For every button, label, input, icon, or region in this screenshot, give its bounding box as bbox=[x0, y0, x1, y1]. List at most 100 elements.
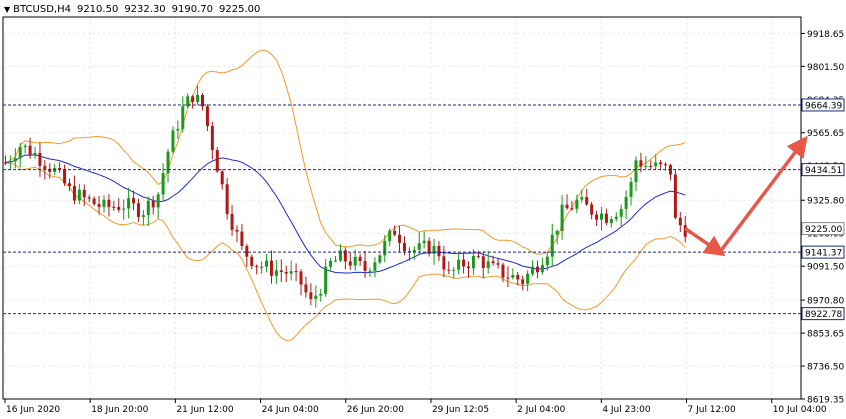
candle-body bbox=[422, 240, 426, 244]
candle-body bbox=[299, 271, 303, 285]
projection-arrow[interactable] bbox=[718, 135, 808, 254]
projection-arrow[interactable] bbox=[684, 227, 726, 257]
x-tick-label: 24 Jun 04:00 bbox=[262, 405, 319, 415]
candle-body bbox=[141, 215, 145, 217]
x-tick-label: 7 Jul 12:00 bbox=[688, 405, 737, 415]
candle-body bbox=[136, 203, 140, 217]
candle-body bbox=[590, 204, 594, 215]
candle-body bbox=[87, 197, 91, 199]
x-tick-label: 26 Jun 20:00 bbox=[347, 405, 404, 415]
candle-body bbox=[550, 234, 554, 257]
candle-body bbox=[491, 261, 495, 264]
candle-body bbox=[265, 260, 269, 267]
candle-body bbox=[205, 106, 209, 127]
candle-body bbox=[585, 197, 589, 205]
candle-body bbox=[442, 256, 446, 270]
candle-body bbox=[309, 292, 313, 299]
candle-body bbox=[447, 269, 451, 271]
candle-body bbox=[649, 165, 653, 167]
candle-body bbox=[63, 169, 67, 184]
candle-body bbox=[23, 145, 27, 148]
candle-body bbox=[250, 256, 254, 267]
candle-body bbox=[659, 162, 663, 165]
candle-body bbox=[8, 161, 12, 163]
candle-body bbox=[664, 164, 668, 166]
y-tick-label: 9565.65 bbox=[807, 129, 844, 139]
candle-body bbox=[378, 255, 382, 263]
candle-body bbox=[555, 230, 559, 235]
candle-body bbox=[230, 214, 234, 230]
candle-body bbox=[72, 185, 76, 201]
candle-body bbox=[476, 255, 480, 257]
candle-body bbox=[363, 260, 367, 271]
level-price-label: 9141.37 bbox=[805, 249, 842, 259]
candle-body bbox=[570, 208, 574, 210]
candle-body bbox=[107, 199, 111, 207]
candle-body bbox=[417, 243, 421, 250]
candle-body bbox=[279, 270, 283, 272]
candle-body bbox=[334, 260, 337, 262]
candle-body bbox=[673, 174, 677, 218]
candle-body bbox=[269, 260, 273, 276]
x-tick-label: 29 Jun 12:05 bbox=[432, 405, 489, 415]
candle-body bbox=[432, 245, 436, 254]
candle-body bbox=[240, 231, 244, 247]
candle-body bbox=[604, 213, 608, 223]
candle-body bbox=[654, 162, 658, 167]
candle-body bbox=[535, 266, 539, 273]
candle-body bbox=[112, 206, 116, 208]
candle-body bbox=[609, 219, 613, 223]
candle-body bbox=[18, 147, 22, 159]
candle-body bbox=[486, 261, 490, 268]
candle-body bbox=[634, 160, 638, 183]
y-tick-label: 9325.80 bbox=[807, 197, 844, 207]
x-tick-label: 10 Jul 04:00 bbox=[773, 405, 827, 415]
candle-body bbox=[531, 266, 535, 274]
candle-body bbox=[600, 213, 603, 220]
candle-body bbox=[13, 158, 17, 162]
y-tick-label: 9801.50 bbox=[807, 63, 844, 73]
candle-body bbox=[619, 208, 623, 217]
candle-body bbox=[122, 208, 126, 210]
candle-body bbox=[210, 126, 214, 151]
candle-body bbox=[324, 266, 328, 294]
candle-body bbox=[575, 199, 579, 209]
candle-body bbox=[358, 256, 362, 261]
candle-body bbox=[3, 162, 7, 164]
candle-body bbox=[353, 256, 357, 266]
candle-body bbox=[481, 256, 485, 268]
x-tick-label: 2 Jul 04:00 bbox=[517, 405, 566, 415]
candle-body bbox=[516, 274, 520, 280]
candle-body bbox=[457, 259, 461, 270]
candle-body bbox=[102, 199, 106, 207]
level-price-label: 9664.39 bbox=[805, 101, 842, 111]
candle-body bbox=[402, 242, 406, 252]
candle-body bbox=[28, 145, 32, 156]
candle-body bbox=[462, 259, 466, 267]
price-chart[interactable]: 9918.659801.509684.359565.659448.509325.… bbox=[0, 0, 846, 419]
candle-body bbox=[289, 271, 293, 274]
candle-body bbox=[161, 173, 165, 195]
x-tick-label: 16 Jun 2020 bbox=[6, 405, 60, 415]
y-tick-label: 8853.65 bbox=[807, 330, 844, 340]
y-tick-label: 8736.50 bbox=[807, 363, 844, 373]
candle-body bbox=[235, 229, 239, 232]
candle-body bbox=[452, 269, 456, 271]
candle-body bbox=[255, 266, 259, 268]
candle-body bbox=[540, 265, 544, 273]
candle-body bbox=[97, 204, 101, 207]
level-price-label: 9434.51 bbox=[805, 166, 842, 176]
candle-body bbox=[614, 216, 618, 220]
candle-body bbox=[437, 245, 441, 257]
x-tick-label: 18 Jun 20:00 bbox=[91, 405, 148, 415]
candle-body bbox=[624, 196, 628, 209]
candle-body bbox=[398, 234, 402, 243]
y-tick-label: 8970.80 bbox=[807, 297, 844, 307]
candle-body bbox=[156, 194, 160, 208]
candle-body bbox=[304, 284, 308, 293]
candle-body bbox=[644, 165, 648, 167]
y-tick-label: 9918.65 bbox=[807, 30, 844, 40]
x-tick-label: 21 Jun 12:00 bbox=[176, 405, 233, 415]
plot-frame bbox=[2, 16, 802, 400]
candle-body bbox=[388, 230, 392, 241]
